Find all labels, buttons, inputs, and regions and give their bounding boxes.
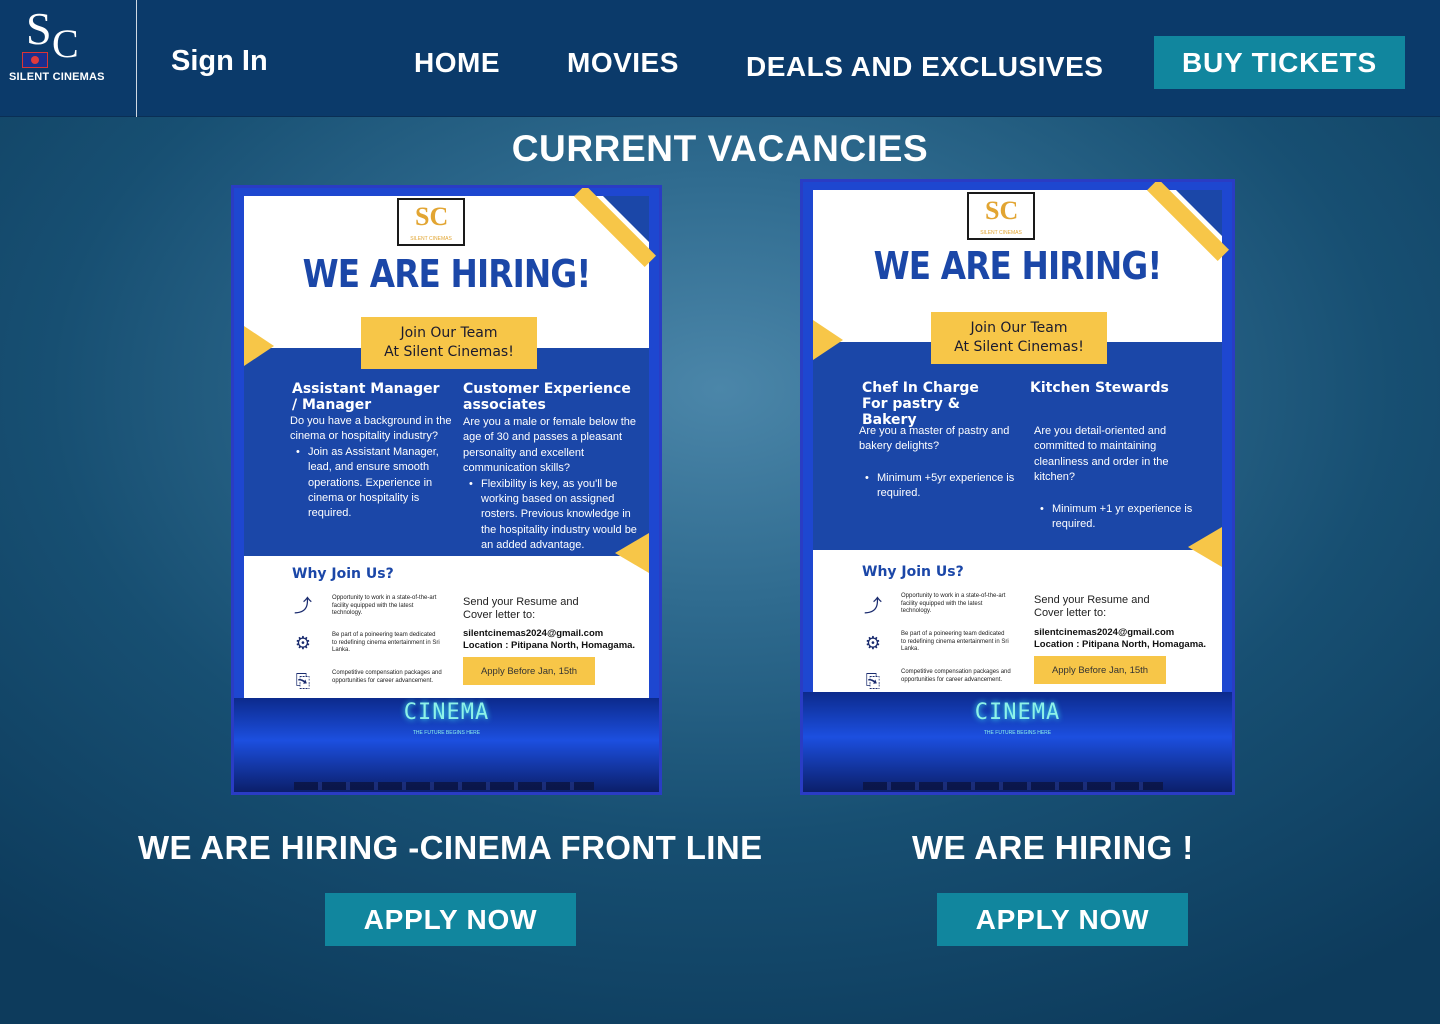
cinema-seats (863, 782, 1163, 790)
job-poster-front-line[interactable]: SC SILENT CINEMAS WE ARE HIRING! Join Ou… (231, 185, 662, 795)
location-text: Location : Pitipana North, Homagama. (1034, 639, 1207, 650)
job-caption-hiring: WE ARE HIRING ! (912, 829, 1194, 866)
why-join-heading: Why Join Us? (292, 566, 394, 582)
role-title: Customer Experience associates (463, 381, 631, 413)
role-description: Do you have a background in the cinema o… (290, 414, 452, 522)
nav-deals-and-exclusives[interactable]: DEALS AND EXCLUSIVES (746, 51, 1103, 83)
apply-before-badge: Apply Before Jan, 15th (1034, 656, 1166, 684)
join-our-team-banner: Join Our Team At Silent Cinemas! (931, 312, 1107, 364)
cinema-seats (294, 782, 594, 790)
nav-home[interactable]: HOME (414, 47, 500, 79)
role-title: Kitchen Stewards (1030, 380, 1169, 396)
apply-now-button-front-line[interactable]: APPLY NOW (325, 893, 576, 946)
growth-icon: ⤴ (864, 596, 882, 616)
brand-name: SILENT CINEMAS (9, 71, 105, 83)
document-plus-icon: ⎘ (295, 670, 311, 691)
apply-before-badge: Apply Before Jan, 15th (463, 657, 595, 685)
cinema-flag-icon (22, 52, 48, 68)
brand-logo[interactable]: S C SILENT CINEMAS (0, 0, 137, 117)
job-caption-front-line: WE ARE HIRING -CINEMA FRONT LINE (138, 829, 763, 866)
role-title: Assistant Manager / Manager (292, 381, 440, 413)
poster-logo: SC SILENT CINEMAS (397, 198, 465, 246)
decorative-triangle (813, 320, 843, 360)
role-description: Are you a master of pastry and bakery de… (859, 424, 1021, 502)
top-navbar: S C SILENT CINEMAS Sign In HOME MOVIES D… (0, 0, 1440, 117)
team-icon: ⚙ (294, 632, 312, 653)
job-poster-kitchen[interactable]: SC SILENT CINEMAS WE ARE HIRING! Join Ou… (800, 179, 1235, 795)
join-our-team-banner: Join Our Team At Silent Cinemas! (361, 317, 537, 369)
contact-email: silentcinemas2024@gmail.com (463, 628, 604, 639)
why-join-heading: Why Join Us? (862, 564, 964, 580)
role-description: Are you a male or female below the age o… (463, 415, 649, 554)
role-title: Chef In Charge For pastry & Bakery (862, 380, 979, 428)
growth-icon: ⤴ (294, 596, 312, 616)
role-description: Are you detail-oriented and committed to… (1034, 424, 1206, 532)
decorative-triangle (244, 326, 274, 366)
buy-tickets-button[interactable]: BUY TICKETS (1154, 36, 1405, 89)
decorative-triangle (1188, 527, 1222, 567)
apply-now-button-kitchen[interactable]: APPLY NOW (937, 893, 1188, 946)
sign-in-link[interactable]: Sign In (171, 45, 268, 78)
poster-headline: WE ARE HIRING! (302, 252, 592, 296)
nav-movies[interactable]: MOVIES (567, 47, 679, 79)
poster-logo: SC SILENT CINEMAS (967, 192, 1035, 240)
cinema-sign: CINEMA (974, 700, 1061, 725)
poster-headline: WE ARE HIRING! (873, 244, 1163, 288)
document-plus-icon: ⎘ (865, 670, 881, 691)
team-icon: ⚙ (864, 632, 882, 653)
location-text: Location : Pitipana North, Homagama. (463, 640, 636, 651)
cinema-sign: CINEMA (403, 700, 490, 725)
contact-email: silentcinemas2024@gmail.com (1034, 627, 1175, 638)
page-title: CURRENT VACANCIES (511, 128, 929, 169)
